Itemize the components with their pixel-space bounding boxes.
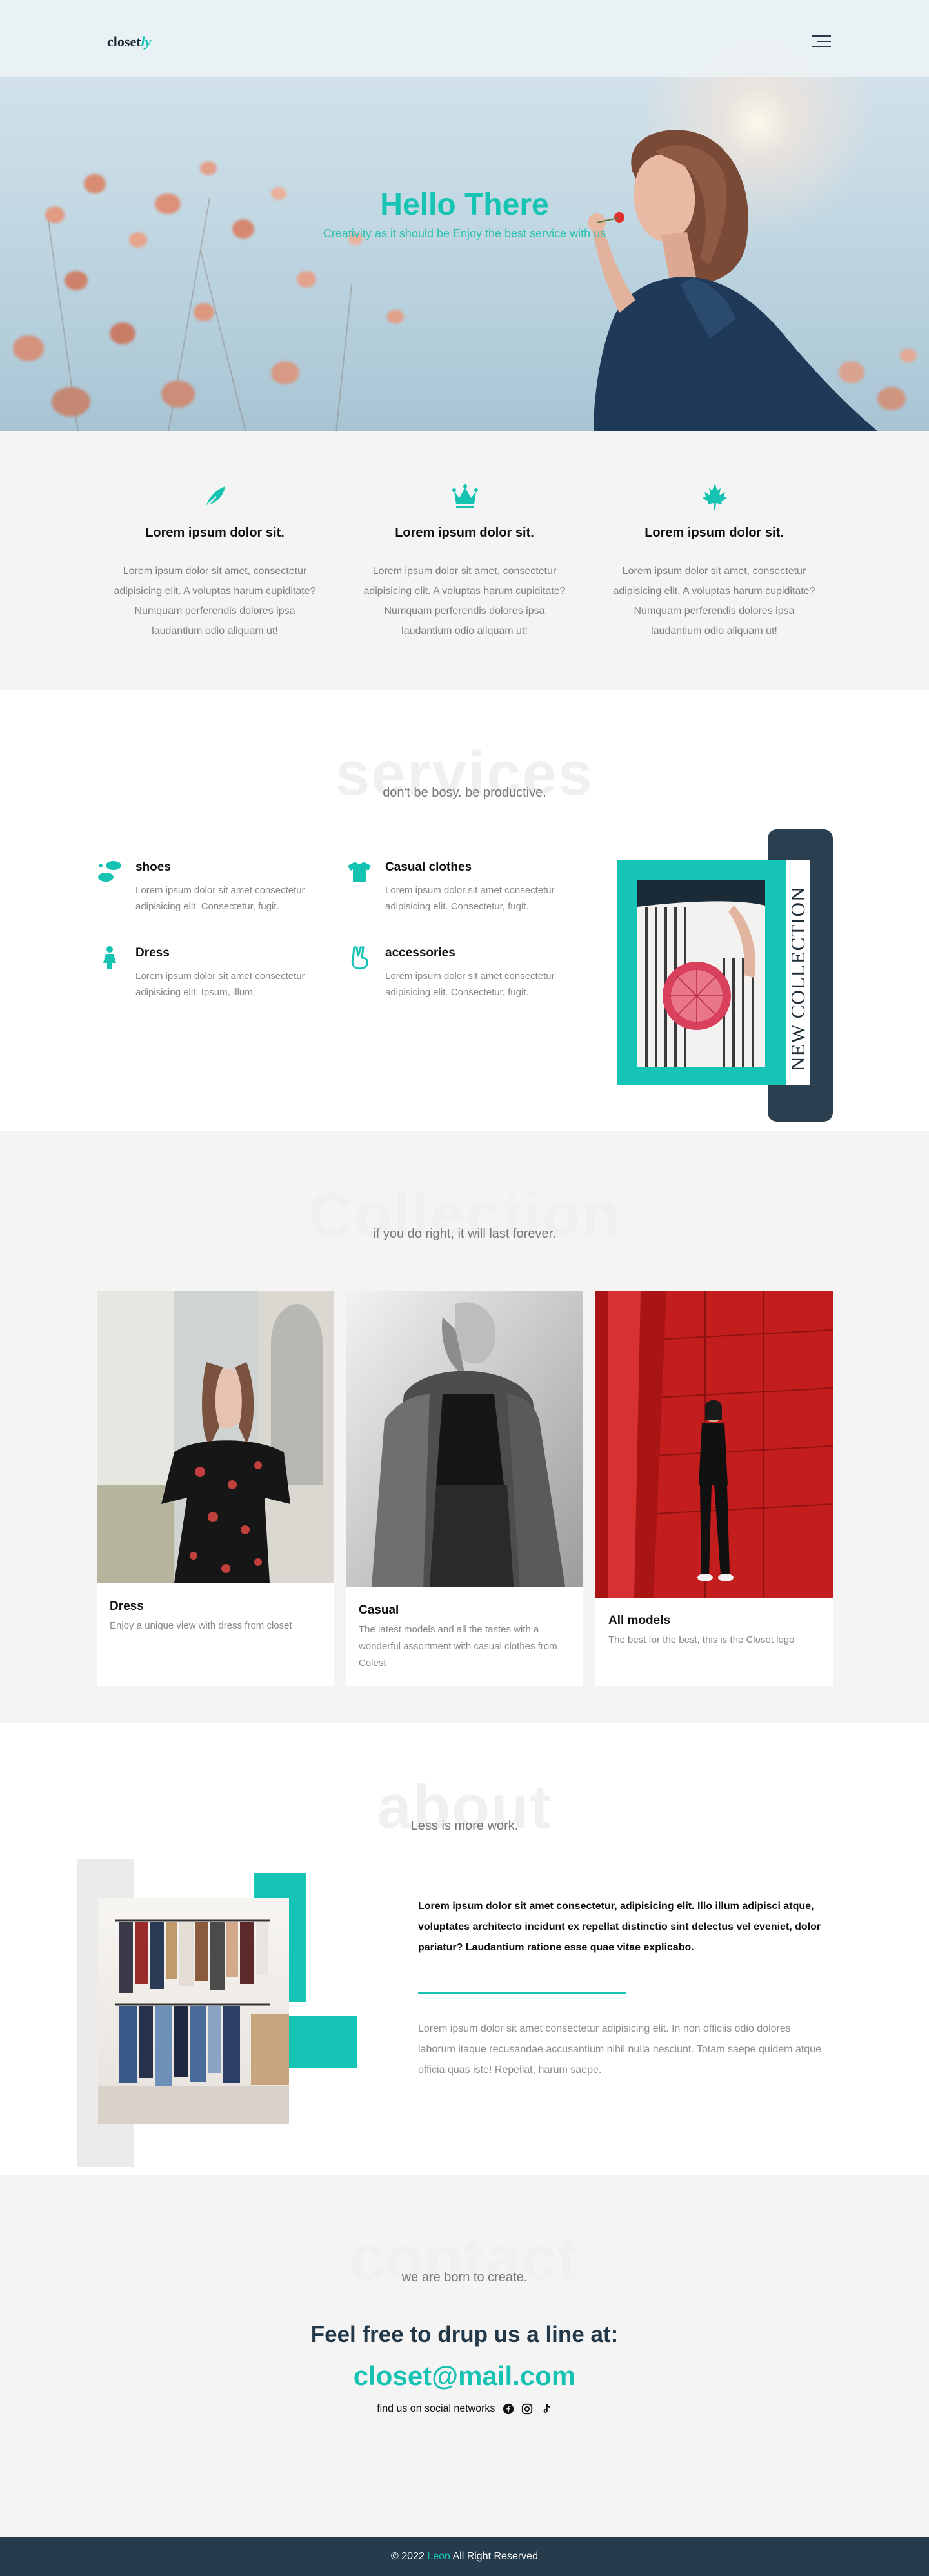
feature-text: Lorem ipsum dolor sit amet, consectetur …: [114, 566, 316, 637]
services-section: services don't be bosy. be productive. s…: [0, 690, 929, 1131]
about-image: [77, 1859, 357, 2167]
section-subtitle: if you do right, it will last forever.: [373, 1227, 556, 1241]
facebook-icon[interactable]: [503, 2403, 514, 2415]
hero-subtitle: Creativity as it should be Enjoy the bes…: [323, 227, 606, 240]
feature-text: Lorem ipsum dolor sit amet, consectetur …: [363, 566, 566, 637]
service-text: Lorem ipsum dolor sit amet consectetur a…: [135, 971, 305, 998]
section-subtitle: Less is more work.: [410, 1819, 519, 1833]
card-title: Dress: [110, 1600, 144, 1613]
about-heading: about Less is more work.: [0, 1776, 929, 1838]
footer-author-link[interactable]: Leon: [427, 2551, 450, 2562]
card-text: The best for the best, this is the Close…: [608, 1634, 795, 1645]
site-footer: © 2022 Leon All Right Reserved: [0, 2537, 929, 2576]
collection-card-all-models[interactable]: All models The best for the best, this i…: [595, 1291, 833, 1686]
collection-card-casual[interactable]: Casual The latest models and all the tas…: [346, 1291, 583, 1686]
service-title: Dress: [135, 946, 170, 960]
section-subtitle: we are born to create.: [401, 2270, 528, 2284]
footer-copyright: © 2022: [391, 2551, 425, 2562]
social-links: find us on social networks: [0, 2403, 929, 2415]
hamburger-menu-icon[interactable]: [812, 35, 831, 48]
feature-title: Lorem ipsum dolor sit.: [395, 526, 534, 540]
casual-image: [346, 1291, 583, 1587]
section-subtitle: don't be bosy. be productive.: [383, 786, 546, 800]
card-title: Casual: [359, 1603, 399, 1617]
crown-icon: [452, 484, 478, 508]
contact-email: closet@mail.com: [0, 2361, 929, 2392]
new-collection-banner: NEW COLLECTION: [617, 829, 833, 1122]
collection-section: Collection if you do right, it will last…: [0, 1131, 929, 1723]
tiktok-icon[interactable]: [541, 2403, 552, 2415]
service-text: Lorem ipsum dolor sit amet consectetur a…: [385, 885, 555, 912]
features-section: Lorem ipsum dolor sit. Lorem ipsum dolor…: [0, 431, 929, 690]
site-header: closetly: [0, 0, 929, 77]
card-text: Enjoy a unique view with dress from clos…: [110, 1620, 292, 1631]
about-text: Lorem ipsum dolor sit amet consectetur a…: [418, 2023, 821, 2076]
feature-title: Lorem ipsum dolor sit.: [145, 526, 285, 540]
footer-rights: All Right Reserved: [452, 2551, 538, 2562]
collection-heading: Collection if you do right, it will last…: [0, 1184, 929, 1246]
instagram-icon[interactable]: [521, 2403, 533, 2415]
card-text: The latest models and all the tastes wit…: [359, 1624, 557, 1669]
feather-icon: [205, 486, 225, 508]
about-section: about Less is more work. Lorem ipsum dol…: [0, 1723, 929, 2175]
banner-text: NEW COLLECTION: [786, 887, 809, 1071]
maple-leaf-icon: [703, 484, 727, 510]
contact-email-link[interactable]: closet@mail.com: [354, 2361, 575, 2391]
hero-title: Hello There: [380, 188, 549, 222]
feature-text: Lorem ipsum dolor sit amet, consectetur …: [613, 566, 815, 637]
social-label: find us on social networks: [377, 2403, 495, 2415]
hero-model-image: [588, 130, 877, 431]
contact-section: contact we are born to create. Feel free…: [0, 2175, 929, 2537]
contact-heading-line: Feel free to drup us a line at:: [310, 2322, 619, 2347]
hand-peace-icon: [351, 946, 368, 970]
service-title: accessories: [385, 946, 455, 960]
site-logo[interactable]: closetly: [107, 34, 151, 50]
all-models-image: [595, 1291, 833, 1598]
tshirt-icon: [348, 862, 371, 882]
services-heading: services don't be bosy. be productive.: [0, 743, 929, 805]
service-title: shoes: [135, 860, 171, 874]
card-title: All models: [608, 1614, 671, 1627]
logo-text: closet: [107, 34, 141, 50]
service-title: Casual clothes: [385, 860, 472, 874]
shoes-icon: [98, 861, 121, 882]
about-bold-text: Lorem ipsum dolor sit amet consectetur, …: [418, 1901, 821, 1953]
contact-heading: contact we are born to create.: [0, 2228, 929, 2290]
person-dress-icon: [103, 946, 116, 969]
service-text: Lorem ipsum dolor sit amet consectetur a…: [385, 971, 555, 998]
dress-image: [97, 1291, 334, 1583]
logo-accent: ly: [141, 34, 152, 50]
about-divider: [418, 1992, 626, 1994]
feature-title: Lorem ipsum dolor sit.: [644, 526, 784, 540]
collection-card-dress[interactable]: Dress Enjoy a unique view with dress fro…: [97, 1291, 334, 1686]
service-text: Lorem ipsum dolor sit amet consectetur a…: [135, 885, 305, 912]
